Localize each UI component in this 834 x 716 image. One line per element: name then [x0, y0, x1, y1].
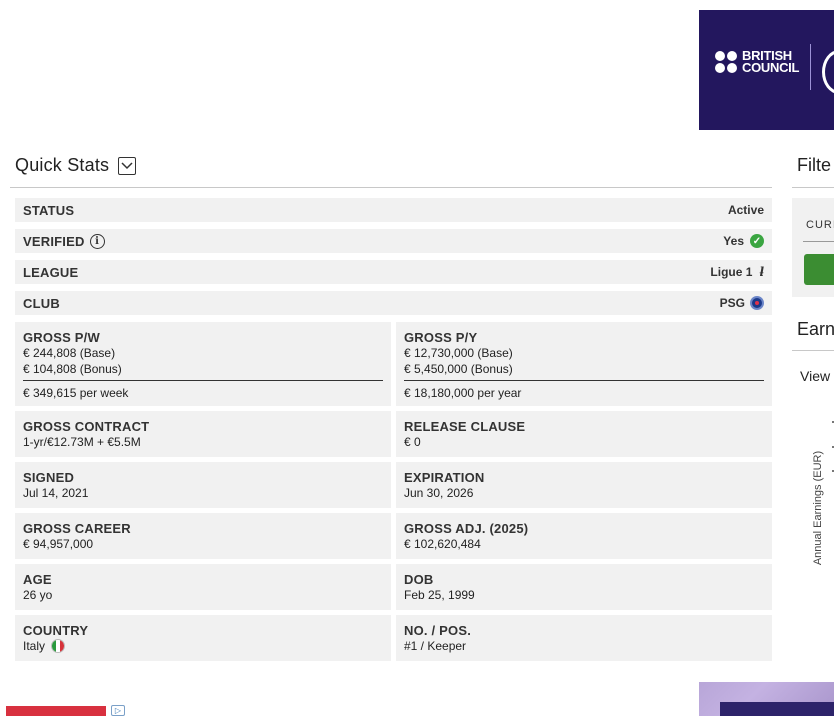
gross-py-total: € 18,180,000 per year	[404, 386, 522, 400]
card-gross-adj: GROSS ADJ. (2025) € 102,620,484	[396, 513, 772, 559]
quick-stats-title: Quick Stats	[15, 155, 110, 175]
info-icon[interactable]: i	[89, 233, 105, 249]
filters-divider	[792, 187, 834, 188]
gross-pw-label: GROSS P/W	[23, 330, 100, 345]
club-value[interactable]: PSG	[720, 296, 745, 310]
card-signed: SIGNED Jul 14, 2021	[15, 462, 391, 508]
status-value: Active	[727, 203, 764, 217]
card-no-pos: NO. / POS. #1 / Keeper	[396, 615, 772, 661]
card-expiration: EXPIRATION Jun 30, 2026	[396, 462, 772, 508]
card-gross-py: GROSS P/Y € 12,730,000 (Base) € 5,450,00…	[396, 322, 772, 406]
ad-circle-graphic	[822, 50, 834, 94]
card-country: COUNTRY Italy	[15, 615, 391, 661]
stat-row-league: LEAGUE Ligue 1 ƚ	[15, 260, 772, 284]
no-pos-value: #1 / Keeper	[404, 639, 467, 653]
card-age: AGE 26 yo	[15, 564, 391, 610]
earnings-view-label: View	[800, 368, 831, 384]
earnings-divider	[792, 350, 834, 351]
dob-label: DOB	[404, 572, 434, 587]
earnings-y-axis-label: Annual Earnings (EUR)	[812, 450, 824, 566]
league-value[interactable]: Ligue 1	[710, 265, 752, 279]
gross-pw-rule	[23, 380, 383, 381]
age-value: 26 yo	[23, 588, 53, 602]
release-clause-label: RELEASE CLAUSE	[404, 419, 526, 434]
card-release-clause: RELEASE CLAUSE € 0	[396, 411, 772, 457]
quick-stats-divider	[10, 187, 772, 188]
expiration-value: Jun 30, 2026	[404, 486, 474, 500]
ad-banner[interactable]: BRITISH COUNCIL	[699, 10, 834, 130]
signed-label: SIGNED	[23, 470, 75, 485]
quick-stats-header: Quick Stats	[15, 155, 137, 176]
card-gross-contract: GROSS CONTRACT 1-yr/€12.73M + €5.5M	[15, 411, 391, 457]
earnings-title: Earn	[797, 319, 834, 339]
club-label: CLUB	[23, 295, 60, 311]
gross-contract-label: GROSS CONTRACT	[23, 419, 150, 434]
stat-row-verified: VERIFIED i Yes ✓	[15, 229, 772, 253]
card-gross-career: GROSS CAREER € 94,957,000	[15, 513, 391, 559]
gross-career-value: € 94,957,000	[23, 537, 94, 551]
gross-pw-total: € 349,615 per week	[23, 386, 129, 400]
country-label: COUNTRY	[23, 623, 89, 638]
country-value[interactable]: Italy	[23, 638, 45, 654]
psg-crest-icon	[750, 296, 764, 310]
adchoices-icon[interactable]: ▷	[111, 705, 125, 716]
dob-value: Feb 25, 1999	[404, 588, 475, 602]
gross-adj-label: GROSS ADJ. (2025)	[404, 521, 529, 536]
chevron-down-icon[interactable]	[118, 156, 137, 175]
ligue1-logo-icon: ƚ	[759, 265, 764, 279]
gross-py-base: € 12,730,000 (Base)	[404, 346, 513, 360]
expiration-label: EXPIRATION	[404, 470, 485, 485]
gross-contract-value: 1-yr/€12.73M + €5.5M	[23, 435, 141, 449]
stat-row-club: CLUB PSG	[15, 291, 772, 315]
gross-py-rule	[404, 380, 764, 381]
release-clause-value: € 0	[404, 435, 421, 449]
stat-row-status: STATUS Active	[15, 198, 772, 222]
gross-py-bonus: € 5,450,000 (Bonus)	[404, 362, 513, 376]
filter-field-underline[interactable]	[803, 241, 834, 242]
bottom-ad-left[interactable]	[6, 706, 106, 716]
status-label: STATUS	[23, 202, 75, 218]
verified-label: VERIFIED	[23, 233, 85, 249]
check-circle-icon: ✓	[750, 234, 764, 248]
signed-value: Jul 14, 2021	[23, 486, 89, 500]
filter-apply-button[interactable]	[804, 254, 834, 285]
bottom-ad-right[interactable]	[699, 682, 834, 716]
filters-title: Filte	[797, 155, 832, 175]
age-label: AGE	[23, 572, 52, 587]
bottom-ad-right-panel	[720, 702, 834, 716]
gross-pw-base: € 244,808 (Base)	[23, 346, 116, 360]
league-label: LEAGUE	[23, 264, 79, 280]
card-gross-pw: GROSS P/W € 244,808 (Base) € 104,808 (Bo…	[15, 322, 391, 406]
gross-pw-bonus: € 104,808 (Bonus)	[23, 362, 122, 376]
gross-career-label: GROSS CAREER	[23, 521, 131, 536]
card-dob: DOB Feb 25, 1999	[396, 564, 772, 610]
british-council-dots-icon	[715, 51, 737, 73]
ad-brand-line2: COUNCIL	[742, 60, 800, 75]
no-pos-label: NO. / POS.	[404, 623, 472, 638]
filter-field-label: CURI	[806, 219, 834, 231]
gross-adj-value: € 102,620,484	[404, 537, 481, 551]
ad-divider	[810, 44, 811, 90]
british-council-logo: BRITISH COUNCIL	[715, 49, 800, 75]
italy-flag-icon	[51, 639, 66, 653]
gross-py-label: GROSS P/Y	[404, 330, 478, 345]
verified-value: Yes	[723, 234, 744, 248]
